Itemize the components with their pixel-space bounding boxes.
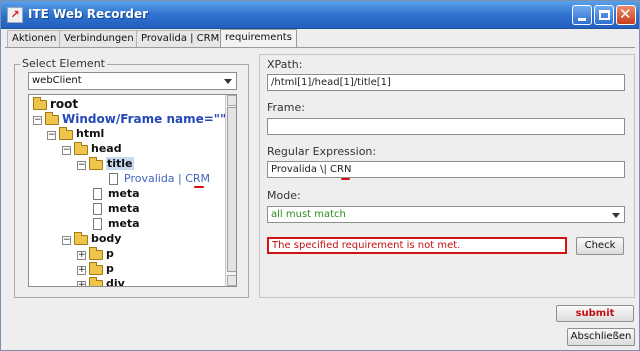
folder-icon bbox=[74, 142, 88, 155]
folder-icon bbox=[33, 97, 47, 110]
tab-requirements[interactable]: requirements bbox=[220, 29, 297, 48]
expand-icon[interactable]: + bbox=[77, 266, 86, 275]
tab-provalida-crm[interactable]: Provalida | CRM bbox=[136, 30, 225, 47]
folder-icon bbox=[59, 127, 73, 140]
app-window: ↗ ITE Web Recorder ✕ Aktionen Verbindung… bbox=[0, 0, 640, 351]
tree-node-label: meta bbox=[108, 187, 140, 200]
folder-icon bbox=[89, 157, 103, 170]
tree-node-label: p bbox=[106, 247, 114, 260]
minimize-icon bbox=[578, 18, 586, 21]
tree-node-label: meta bbox=[108, 202, 140, 215]
xpath-field[interactable]: /html[1]/head[1]/title[1] bbox=[267, 74, 625, 91]
maximize-button[interactable] bbox=[594, 5, 614, 25]
tab-divider bbox=[5, 47, 635, 48]
document-icon bbox=[93, 188, 102, 200]
mode-label: Mode: bbox=[267, 189, 301, 202]
tree-node-label: div bbox=[106, 277, 125, 287]
app-icon: ↗ bbox=[7, 7, 23, 23]
folder-icon bbox=[45, 112, 59, 125]
collapse-icon[interactable]: − bbox=[47, 131, 56, 140]
element-tree[interactable]: root − Window/Frame name="" − html − hea… bbox=[28, 94, 237, 287]
frame-label: Frame: bbox=[267, 101, 305, 114]
tree-node-label: html bbox=[76, 127, 105, 140]
collapse-icon[interactable]: − bbox=[77, 161, 86, 170]
close-icon: ✕ bbox=[619, 5, 632, 23]
frame-field[interactable] bbox=[267, 118, 625, 135]
tree-node-label: Window/Frame name="" bbox=[62, 112, 227, 126]
annotation-underline bbox=[194, 186, 204, 188]
client-select-value: webClient bbox=[32, 75, 82, 86]
tree-node-label: meta bbox=[108, 217, 140, 230]
expand-icon[interactable]: + bbox=[77, 281, 86, 286]
submit-button[interactable]: submit bbox=[556, 305, 634, 322]
document-icon bbox=[93, 218, 102, 230]
title-bar[interactable]: ↗ ITE Web Recorder ✕ bbox=[1, 1, 639, 29]
tree-node-label: root bbox=[50, 97, 79, 111]
close-button[interactable]: ✕ bbox=[616, 5, 636, 25]
maximize-icon bbox=[599, 10, 610, 20]
error-message: The specified requirement is not met. bbox=[267, 237, 567, 254]
document-icon bbox=[109, 173, 118, 185]
folder-icon bbox=[89, 247, 103, 260]
scroll-thumb[interactable] bbox=[227, 107, 236, 272]
annotation-underline bbox=[341, 178, 350, 180]
check-button[interactable]: Check bbox=[576, 237, 624, 255]
chevron-down-icon bbox=[224, 79, 232, 84]
document-icon bbox=[93, 203, 102, 215]
tree-node-label: body bbox=[91, 232, 122, 245]
folder-icon bbox=[89, 277, 103, 286]
window-title: ITE Web Recorder bbox=[28, 7, 149, 21]
tree-node-label: Provalida | CRM bbox=[124, 172, 211, 185]
scroll-up-button[interactable] bbox=[227, 95, 236, 106]
collapse-icon[interactable]: − bbox=[62, 146, 71, 155]
finish-button[interactable]: Abschließen bbox=[567, 328, 635, 346]
tree-scrollbar[interactable] bbox=[225, 95, 236, 286]
regex-label: Regular Expression: bbox=[267, 145, 377, 158]
collapse-icon[interactable]: − bbox=[33, 116, 42, 125]
xpath-label: XPath: bbox=[267, 58, 303, 71]
regex-field[interactable]: Provalida \| CRN bbox=[267, 161, 625, 178]
tab-aktionen[interactable]: Aktionen bbox=[7, 30, 62, 47]
tree-node-label: head bbox=[91, 142, 122, 155]
chevron-down-icon bbox=[612, 213, 620, 218]
folder-icon bbox=[89, 262, 103, 275]
scroll-down-button[interactable] bbox=[227, 275, 236, 286]
folder-icon bbox=[74, 232, 88, 245]
tab-verbindungen[interactable]: Verbindungen bbox=[59, 30, 139, 47]
tree-node-label: title bbox=[106, 157, 134, 170]
expand-icon[interactable]: + bbox=[77, 251, 86, 260]
collapse-icon[interactable]: − bbox=[62, 236, 71, 245]
minimize-button[interactable] bbox=[572, 5, 592, 25]
mode-select-value: all must match bbox=[271, 209, 346, 220]
mode-select[interactable]: all must match bbox=[267, 206, 625, 223]
tree-node-label: p bbox=[106, 262, 114, 275]
client-select[interactable]: webClient bbox=[28, 72, 237, 90]
select-element-title: Select Element bbox=[20, 57, 107, 70]
